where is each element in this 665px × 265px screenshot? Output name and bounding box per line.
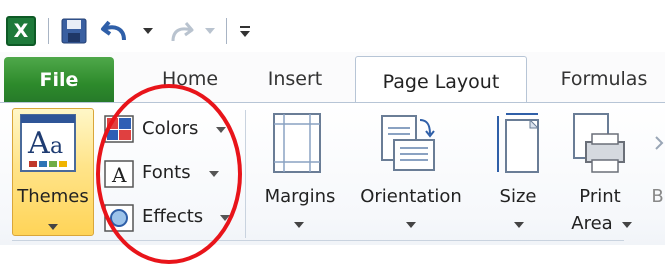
themes-label: Themes [17, 186, 89, 207]
redo-icon[interactable] [168, 17, 196, 45]
margins-icon [273, 113, 321, 173]
orientation-icon [381, 115, 435, 171]
print-area-label-line1: Print [579, 186, 621, 207]
qat-divider [48, 18, 49, 44]
undo-dropdown-arrow[interactable] [143, 28, 153, 34]
scroll-right-icon[interactable] [654, 135, 664, 151]
worksheet-edge [0, 245, 665, 265]
save-icon[interactable] [61, 18, 87, 44]
print-area-label-line2: Area [571, 213, 613, 234]
excel-app-icon[interactable]: X [6, 16, 36, 46]
print-area-dropdown-arrow[interactable] [622, 222, 632, 228]
qat-divider [226, 18, 227, 44]
margins-dropdown-arrow[interactable] [294, 222, 304, 228]
customize-toolbar-icon[interactable] [238, 22, 252, 40]
redo-dropdown-arrow[interactable] [205, 28, 215, 34]
themes-icon: A a [20, 114, 76, 172]
size-label: Size [499, 186, 537, 207]
tab-formulas[interactable]: Formulas [550, 54, 658, 105]
group-divider [245, 110, 246, 238]
tab-file[interactable]: File [4, 57, 114, 103]
themes-dropdown-arrow[interactable] [48, 224, 58, 230]
print-area-icon [573, 113, 625, 173]
tab-page-layout[interactable]: Page Layout [355, 56, 527, 108]
margins-label: Margins [264, 186, 336, 207]
undo-icon[interactable] [100, 16, 130, 46]
orientation-dropdown-arrow[interactable] [406, 222, 416, 228]
tab-insert[interactable]: Insert [255, 54, 335, 105]
orientation-label: Orientation [360, 186, 462, 207]
svg-text:a: a [50, 134, 63, 159]
size-dropdown-arrow[interactable] [514, 222, 524, 228]
svg-text:A: A [27, 126, 50, 161]
size-icon [497, 113, 540, 173]
annotation-ellipse [96, 84, 242, 264]
clipped-label: B [651, 186, 664, 207]
ribbon-bottom-border [12, 240, 624, 241]
